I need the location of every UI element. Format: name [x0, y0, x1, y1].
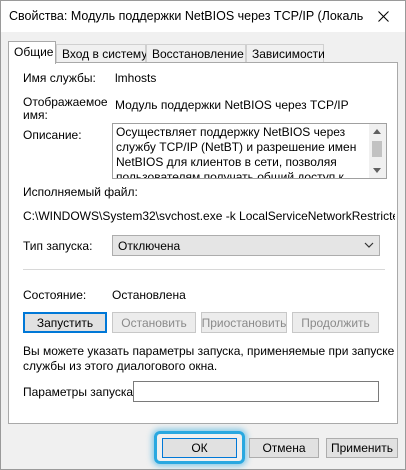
params-label: Параметры запуска:	[23, 385, 137, 399]
status-label: Состояние:	[23, 288, 87, 302]
hint-text-line2: службы из этого диалогового окна.	[23, 359, 218, 373]
description-scrollbar[interactable]	[369, 124, 386, 178]
display-name-label-line2: имя:	[23, 108, 48, 122]
apply-button[interactable]: Применить	[326, 438, 398, 458]
chevron-down-icon	[364, 242, 374, 248]
description-text: Осуществляет поддержку NetBIOS через слу…	[116, 125, 366, 179]
close-icon	[377, 11, 389, 22]
startup-type-select[interactable]: Отключена	[112, 235, 380, 256]
display-name-label-line1: Отображаемое	[23, 95, 108, 109]
display-name-value: Модуль поддержки NetBIOS через TCP/IP	[115, 98, 349, 112]
description-line: пользователям получать общий доступ к	[116, 170, 344, 179]
title-bar: Свойства: Модуль поддержки NetBIOS через…	[1, 1, 405, 32]
description-line: службу TCP/IP (NetBT) и разрешение имен	[116, 140, 357, 154]
scroll-up-icon[interactable]	[373, 129, 381, 134]
startup-type-label: Тип запуска:	[23, 239, 93, 253]
general-tab-panel: Имя службы: lmhosts Отображаемое имя: Мо…	[8, 62, 398, 424]
window-title: Свойства: Модуль поддержки NetBIOS через…	[9, 9, 364, 23]
status-value: Остановлена	[112, 288, 186, 302]
exe-path-value: C:\WINDOWS\System32\svchost.exe -k Local…	[23, 209, 395, 223]
stop-button[interactable]: Остановить	[112, 312, 196, 333]
exe-label: Исполняемый файл:	[23, 185, 138, 199]
description-line: NetBIOS для клиентов в сети, позволяя	[116, 155, 337, 169]
start-button[interactable]: Запустить	[23, 312, 107, 333]
tab-recovery[interactable]: Восстановление	[146, 44, 246, 63]
startup-type-value: Отключена	[118, 239, 181, 253]
service-name-value: lmhosts	[115, 71, 157, 85]
scroll-thumb[interactable]	[372, 141, 382, 157]
tab-general[interactable]: Общие	[8, 41, 56, 64]
pause-button[interactable]: Приостановить	[201, 312, 287, 333]
close-button[interactable]	[361, 1, 405, 32]
ok-button[interactable]: ОК	[162, 438, 237, 458]
service-properties-dialog: Свойства: Модуль поддержки NetBIOS через…	[0, 0, 406, 470]
scroll-down-icon[interactable]	[373, 168, 381, 173]
tab-dependencies[interactable]: Зависимости	[246, 44, 325, 63]
resume-button[interactable]: Продолжить	[292, 312, 379, 333]
startup-params-input[interactable]	[133, 381, 379, 402]
service-name-label: Имя службы:	[23, 71, 96, 85]
tab-logon[interactable]: Вход в систему	[56, 44, 147, 63]
cancel-button[interactable]: Отмена	[249, 438, 319, 458]
hint-text-line1: Вы можете указать параметры запуска, при…	[23, 344, 395, 358]
description-label: Описание:	[23, 128, 82, 142]
description-line: Осуществляет поддержку NetBIOS через	[116, 125, 346, 139]
description-box[interactable]: Осуществляет поддержку NetBIOS через слу…	[112, 123, 387, 179]
section-divider	[23, 269, 385, 270]
